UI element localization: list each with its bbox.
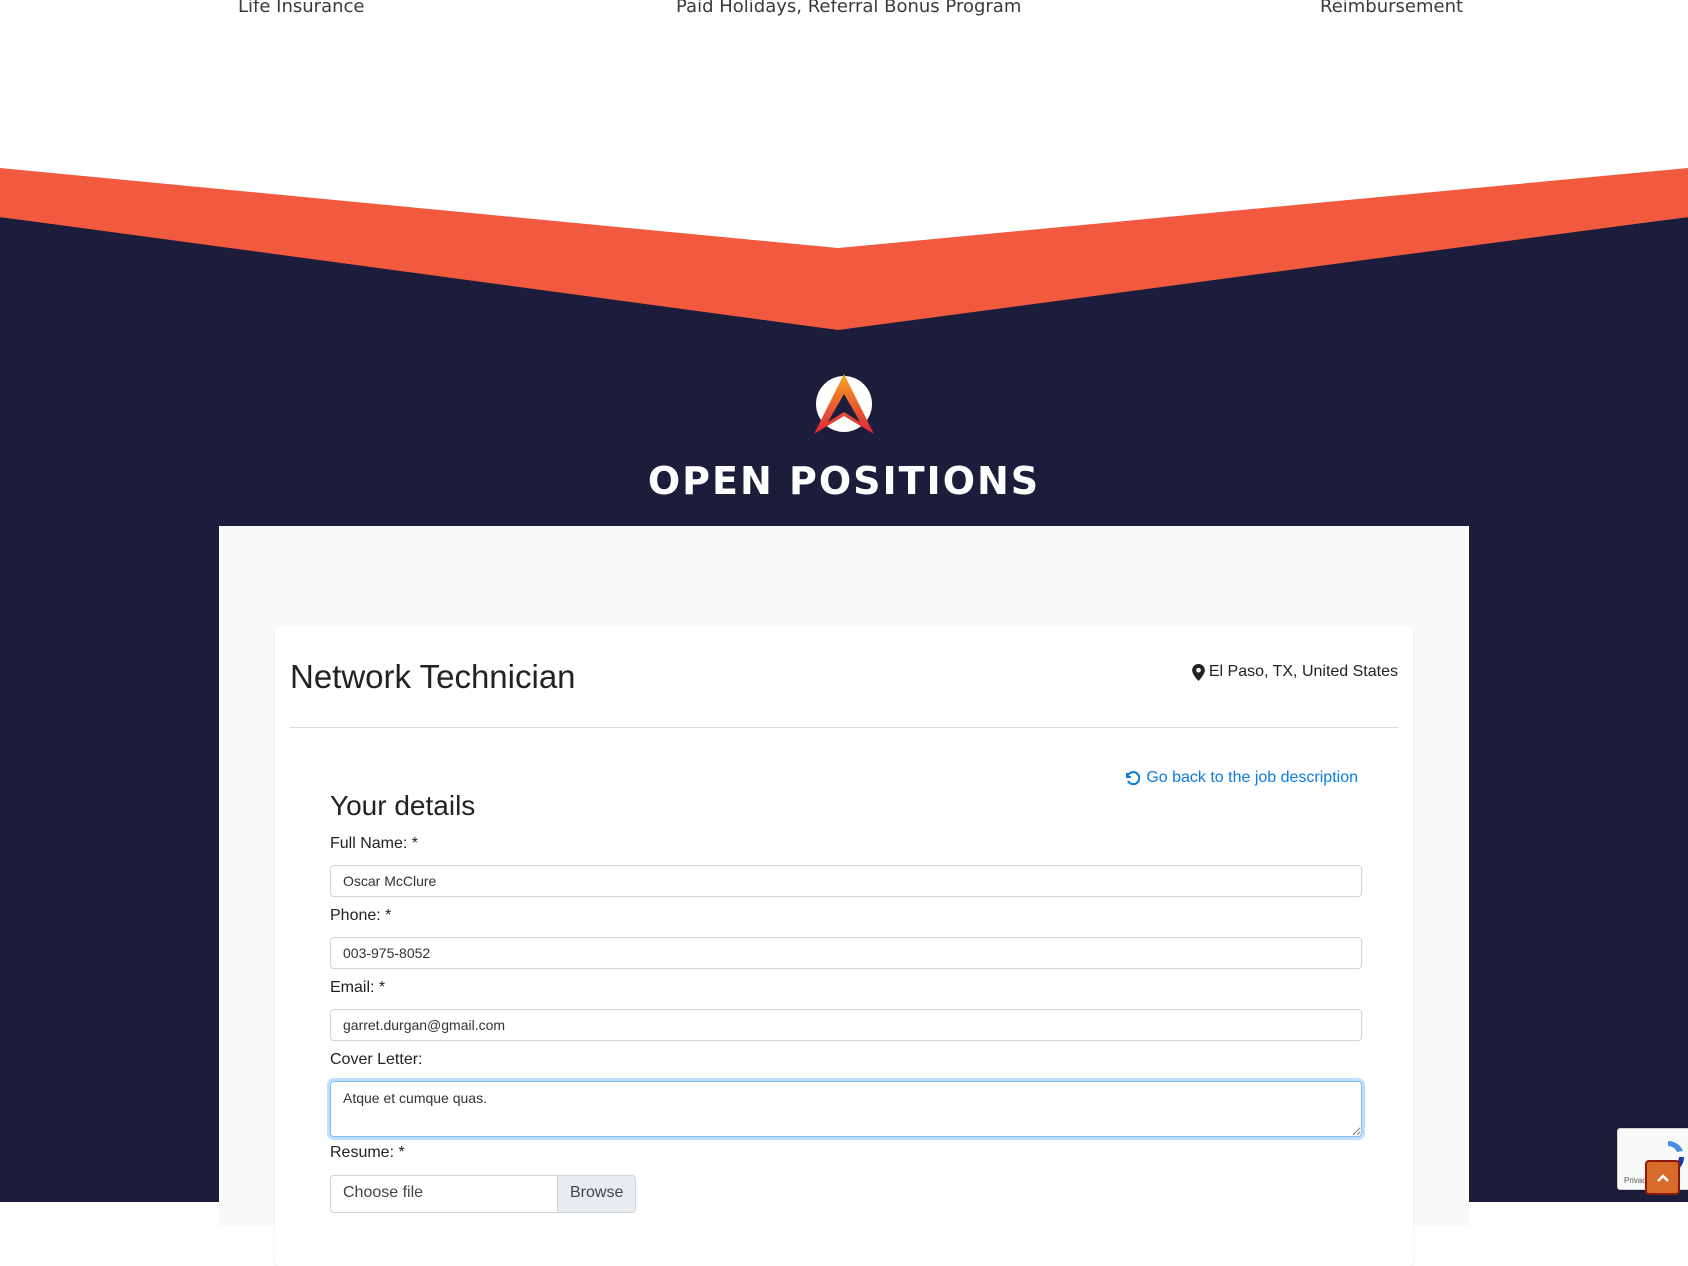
card-divider <box>290 727 1398 728</box>
job-title: Network Technician <box>290 658 576 695</box>
full-name-label: Full Name: * <box>330 835 419 852</box>
job-card: Network Technician El Paso, TX, United S… <box>275 626 1413 1266</box>
benefits-row: Life Insurance Paid Holidays, Referral B… <box>0 0 1688 40</box>
email-input[interactable] <box>330 1009 1362 1041</box>
positions-panel: Network Technician El Paso, TX, United S… <box>219 526 1469 1266</box>
job-location: El Paso, TX, United States <box>1191 663 1398 681</box>
benefit-reimbursement: Reimbursement <box>1320 0 1464 17</box>
resume-file-input[interactable]: Choose file Browse <box>330 1175 636 1213</box>
company-logo <box>814 374 874 434</box>
details-heading: Your details <box>330 790 476 821</box>
undo-icon <box>1126 771 1141 786</box>
map-pin-icon <box>1191 663 1205 681</box>
browse-button[interactable]: Browse <box>557 1176 635 1212</box>
phone-input[interactable] <box>330 937 1362 969</box>
resume-label: Resume: * <box>330 1144 405 1161</box>
back-link-label: Go back to the job description <box>1146 769 1358 786</box>
cover-letter-textarea[interactable]: Atque et cumque quas. <box>330 1081 1362 1137</box>
phone-label: Phone: * <box>330 907 392 924</box>
email-label: Email: * <box>330 979 386 996</box>
chevron-band <box>0 168 1688 330</box>
full-name-input[interactable] <box>330 865 1362 897</box>
benefit-paid-holidays: Paid Holidays, Referral Bonus Program <box>676 0 1022 17</box>
cover-letter-label: Cover Letter: <box>330 1051 423 1068</box>
job-location-text: El Paso, TX, United States <box>1208 663 1398 680</box>
scroll-to-top-button[interactable] <box>1645 1160 1680 1195</box>
chevron-up-icon <box>1656 1173 1669 1182</box>
file-placeholder: Choose file <box>343 1184 424 1201</box>
back-to-description-link[interactable]: Go back to the job description <box>1124 769 1358 787</box>
benefit-life-insurance: Life Insurance <box>238 0 365 17</box>
recaptcha-privacy-text[interactable]: Privac <box>1624 1176 1646 1185</box>
section-title: OPEN POSITIONS <box>647 459 1041 503</box>
